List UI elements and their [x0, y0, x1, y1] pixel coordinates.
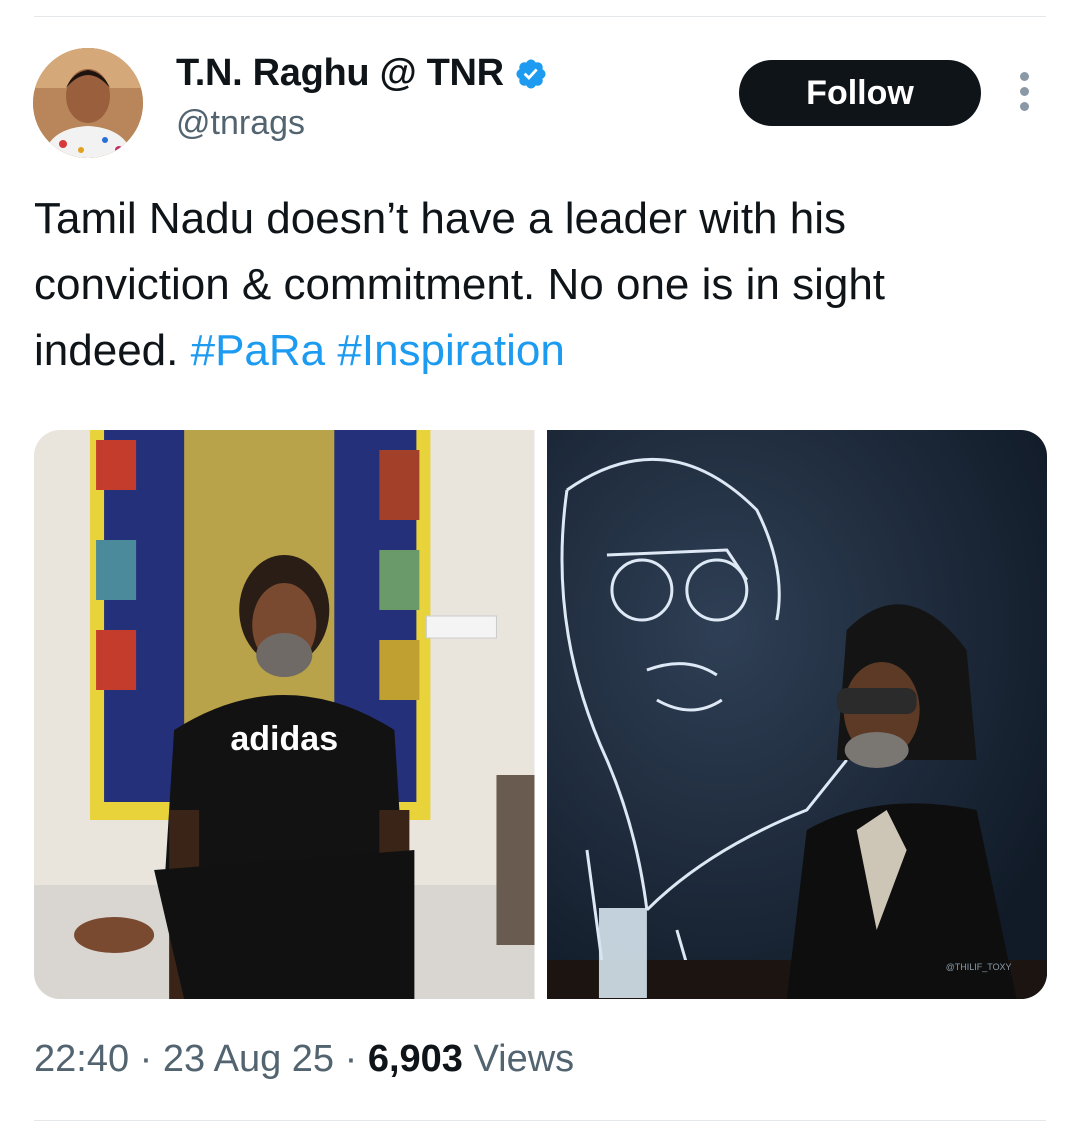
tweet-line-3-text: indeed. [34, 326, 179, 375]
views-label: Views [473, 1038, 575, 1080]
bottom-divider [34, 1120, 1046, 1121]
more-vertical-icon[interactable] [1012, 72, 1036, 114]
hashtag-para[interactable]: #PaRa [191, 326, 326, 375]
photo-icon: adidas [34, 430, 535, 999]
tweet-time[interactable]: 22:40 [34, 1038, 129, 1080]
meta-separator: · [139, 1038, 153, 1080]
tweet-text: Tamil Nadu doesn’t have a leader with hi… [34, 186, 1054, 384]
photo-icon: @THILIF_TOXY [546, 430, 1047, 999]
avatar[interactable] [33, 48, 143, 158]
verified-badge-icon [516, 58, 546, 89]
shirt-logo: adidas [230, 720, 338, 758]
media-photo-2[interactable]: @THILIF_TOXY [546, 430, 1047, 999]
tweet-line-3: indeed. #PaRa #Inspiration [34, 318, 1054, 384]
meta-separator: · [344, 1038, 358, 1080]
views-count: 6,903 [367, 1038, 463, 1080]
author-handle[interactable]: @tnrags [176, 104, 305, 143]
tweet-line-1: Tamil Nadu doesn’t have a leader with hi… [34, 194, 847, 243]
photo-watermark: @THILIF_TOXY [945, 962, 1011, 972]
media-grid: adidas @THILIF_TOXY [34, 430, 1047, 999]
media-photo-1[interactable]: adidas [34, 430, 535, 999]
tweet-date[interactable]: 23 Aug 25 [163, 1038, 334, 1080]
display-name-text: T.N. Raghu @ TNR [176, 52, 504, 94]
top-divider [34, 16, 1046, 17]
author-display-name[interactable]: T.N. Raghu @ TNR [176, 52, 548, 95]
profile-photo-icon [33, 48, 143, 158]
tweet-line-2: conviction & commitment. No one is in si… [34, 260, 886, 309]
tweet-meta: 22:40 · 23 Aug 25 · 6,903 Views [34, 1038, 574, 1081]
hashtag-inspiration[interactable]: #Inspiration [337, 326, 564, 375]
follow-button[interactable]: Follow [739, 60, 981, 126]
